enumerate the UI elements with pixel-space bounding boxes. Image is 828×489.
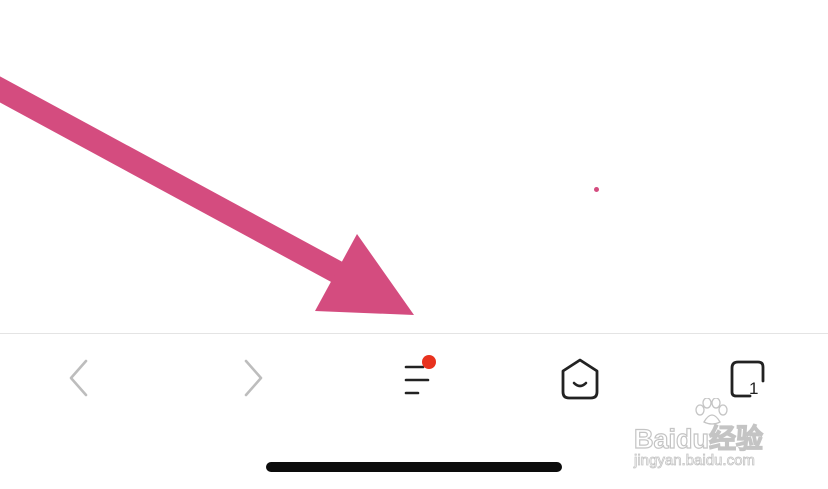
- home-indicator-bar[interactable]: [266, 462, 562, 472]
- home-button[interactable]: [552, 350, 608, 406]
- notification-dot-icon: [422, 355, 436, 369]
- browser-screen: 1 Baidu经验 jingyan.baidu.com: [0, 0, 828, 489]
- watermark-brand: Baidu经验: [633, 423, 764, 454]
- tabs-button[interactable]: 1: [718, 350, 774, 406]
- menu-lines-icon: [404, 355, 436, 395]
- back-button[interactable]: [51, 350, 107, 406]
- chevron-right-icon: [244, 359, 263, 397]
- watermark-url: jingyan.baidu.com: [634, 452, 756, 470]
- page-content: [0, 0, 828, 333]
- forward-button[interactable]: [225, 350, 281, 406]
- pointer-arrow-annotation: [0, 76, 414, 315]
- tabs-icon: [730, 360, 765, 398]
- home-icon: [561, 358, 599, 400]
- menu-button[interactable]: [386, 350, 442, 406]
- pointer-arrow-shaft: [0, 76, 354, 289]
- bottom-toolbar: 1: [0, 334, 828, 420]
- tab-count: 1: [749, 379, 759, 398]
- chevron-left-icon: [69, 359, 88, 397]
- annotation-dot: [594, 187, 599, 192]
